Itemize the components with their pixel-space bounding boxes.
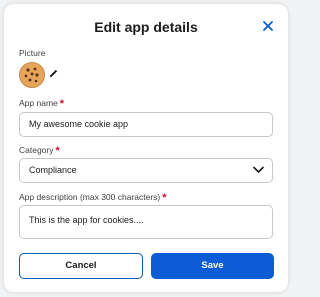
cancel-button[interactable]: Cancel <box>19 253 143 279</box>
chevron-down-icon <box>253 166 264 173</box>
required-asterisk: * <box>162 192 167 204</box>
save-button[interactable]: Save <box>151 253 274 279</box>
description-label-text: App description (max 300 characters) <box>19 192 161 202</box>
category-selected-value: Compliance <box>29 165 77 175</box>
edit-pencil-icon[interactable] <box>48 68 59 79</box>
description-textarea[interactable]: This is the app for cookies.... <box>19 205 273 239</box>
dialog-title: Edit app details <box>94 19 198 35</box>
picture-label: Picture <box>19 48 46 58</box>
edit-app-dialog: Edit app details Picture App name * My aw… <box>4 4 288 292</box>
cookie-chips <box>24 67 39 83</box>
app-name-label: App name * <box>19 97 65 110</box>
required-asterisk: * <box>59 98 65 110</box>
required-asterisk: * <box>55 145 60 157</box>
cookie-icon[interactable] <box>19 62 45 88</box>
category-label: Category * <box>19 144 60 157</box>
description-label: App description (max 300 characters) * <box>19 191 167 204</box>
app-name-input[interactable]: My awesome cookie app <box>19 112 273 137</box>
close-icon[interactable] <box>260 18 276 34</box>
app-name-label-text: App name <box>19 98 58 108</box>
category-select[interactable]: Compliance <box>19 158 273 183</box>
category-label-text: Category <box>19 145 54 155</box>
